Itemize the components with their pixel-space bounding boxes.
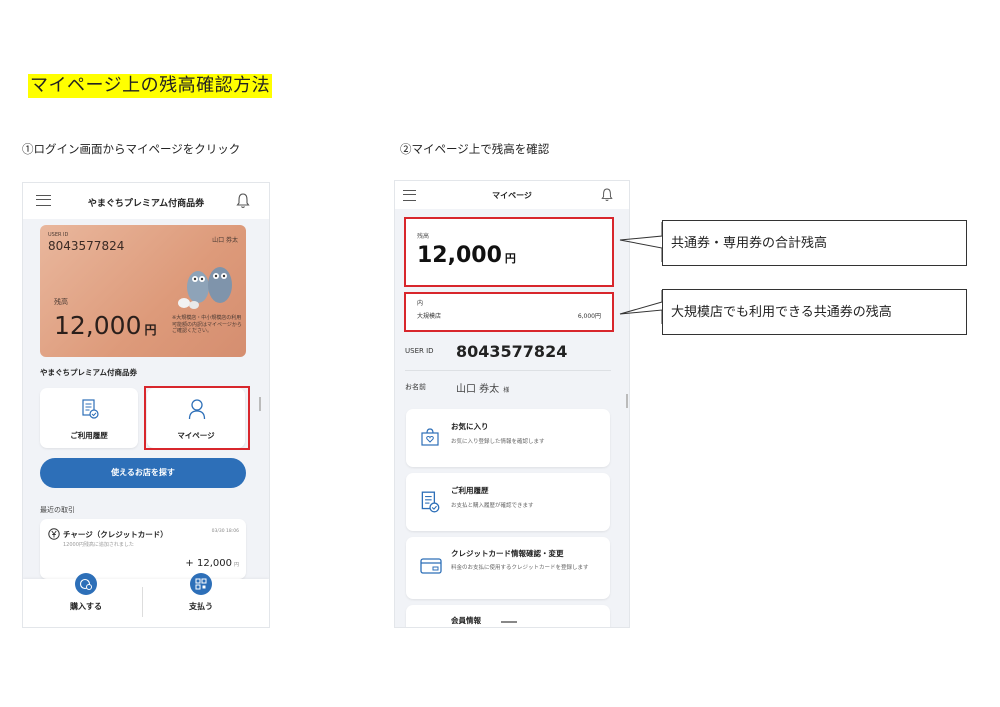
home-indicator [501,621,517,623]
breakdown-note: ※大規模店・中小規模店の利用可能額の内訳はマイページからご確認ください。 [172,315,242,334]
user-name: 山口 券太 [456,384,500,395]
balance-card: USER ID 8043577824 山口 券太 残高 12,000 円 ※大規模… [40,225,246,357]
history-menu-item[interactable]: ご利用履歴 お支払と購入履歴が確認できます [406,473,610,531]
receipt-icon [421,491,440,513]
history-button-label: ご利用履歴 [70,431,108,440]
large-store-callout: 大規模店でも利用できる共通券の残高 [662,289,967,335]
currency-label: 円 [144,323,157,337]
top-bar: やまぐちプレミアム付商品券 [23,183,269,219]
purchase-label[interactable]: 購入する [63,601,109,612]
step1-caption: ①ログイン画面からマイページをクリック [22,142,241,156]
favorite-bag-icon [421,428,439,446]
menu-item-title: お気に入り [451,422,489,431]
app-title: やまぐちプレミアム付商品券 [87,199,205,209]
step2-caption: ②マイページ上で残高を確認 [400,142,550,156]
total-balance-callout: 共通券・専用券の合計残高 [662,220,967,266]
divider [405,370,611,371]
user-id: 8043577824 [48,239,125,253]
mascot-illustration [178,267,232,309]
recent-transactions-label: 最近の取引 [40,506,75,514]
document-title: マイページ上の残高確認方法 [28,74,273,98]
balance-label: 残高 [54,298,68,306]
section-title: やまぐちプレミアム付商品券 [40,368,137,377]
name-label: お名前 [405,383,426,391]
menu-item-desc: お気に入り登録した情報を確認します [451,439,545,445]
balance-amount: 12,000 [54,311,142,340]
top-bar: マイページ [395,181,629,209]
history-button[interactable]: ご利用履歴 [40,388,138,448]
honorific: 様 [503,387,510,394]
transaction-card[interactable]: チャージ（クレジットカード） 03/30 18:06 12000円残高に追加され… [40,519,246,579]
pay-label[interactable]: 支払う [178,601,224,612]
large-store-highlight [404,292,614,332]
transaction-title: チャージ（クレジットカード） [63,530,168,539]
user-name: 山口 券太 [212,237,238,244]
yen-icon [48,528,60,540]
bell-icon[interactable] [236,193,250,209]
user-id: 8043577824 [456,342,568,361]
login-screen: やまぐちプレミアム付商品券 USER ID 8043577824 山口 券太 残… [22,182,270,628]
favorites-menu-item[interactable]: お気に入り お気に入り登録した情報を確認します [406,409,610,467]
scrollbar-1[interactable] [259,397,261,411]
transaction-amount: + 12,000 [185,558,232,569]
menu-item-title: クレジットカード情報確認・変更 [451,549,564,558]
menu-item-title: ご利用履歴 [451,486,489,495]
bell-icon[interactable] [601,187,613,203]
mypage-screen: マイページ 残高 12,000 円 内 大規模店 6,000円 USER ID 8… [394,180,630,628]
user-id-label: USER ID [48,232,69,238]
transaction-currency: 円 [233,562,239,568]
transaction-date: 03/30 18:06 [211,529,239,534]
total-balance-highlight [404,217,614,287]
member-info-menu-item[interactable]: 会員情報 [406,605,610,627]
menu-item-desc: 料金のお支払に使用するクレジットカードを登録します [451,565,589,571]
purchase-icon[interactable] [75,573,97,595]
nav-divider [142,587,143,617]
find-store-button[interactable]: 使えるお店を探す [40,458,246,488]
credit-card-menu-item[interactable]: クレジットカード情報確認・変更 料金のお支払に使用するクレジットカードを登録しま… [406,537,610,599]
menu-item-title: 会員情報 [451,616,481,625]
page-title: マイページ [492,191,532,200]
mypage-highlight-box [144,386,250,450]
menu-item-desc: お支払と購入履歴が確認できます [451,503,534,509]
qr-pay-icon[interactable] [190,573,212,595]
user-id-label: USER ID [405,347,434,355]
credit-card-icon [420,558,442,574]
scrollbar-2[interactable] [626,394,628,408]
bottom-nav: 購入する 支払う [23,573,269,627]
transaction-description: 12000円残高に追加されました [63,542,134,548]
receipt-icon [82,399,99,419]
